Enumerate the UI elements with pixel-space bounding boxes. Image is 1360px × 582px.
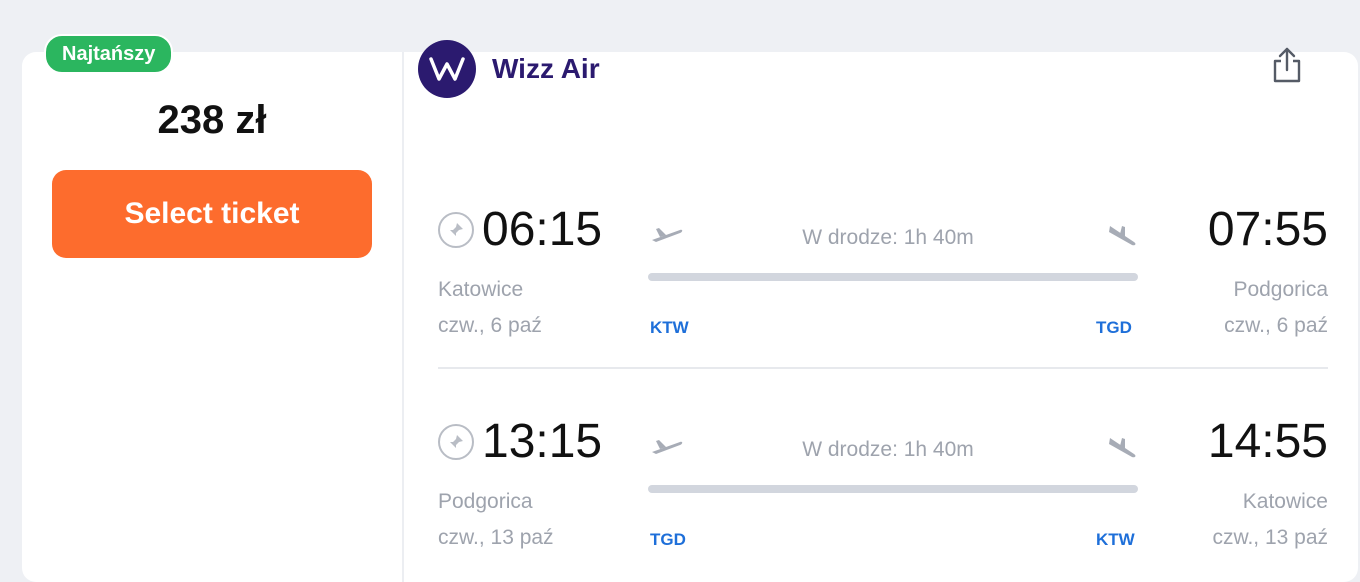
return-leg: 13:15 W drodze: 1h 40m 14:55 Podgorica c… [438,408,1328,568]
outbound-leg: 06:15 W drodze: 1h 40m 07:55 Katowice cz… [438,196,1328,356]
departure-time-text: 06:15 [482,203,603,256]
landing-icon [1106,436,1140,465]
flight-track [648,485,1138,493]
cheapest-badge: Najtańszy [44,34,174,74]
flight-track [648,273,1138,281]
ticket-price: 238 zł [157,98,267,142]
departure-city: Podgorica [438,490,533,513]
arrival-date: czw., 6 paź [1224,314,1328,337]
arrival-airport-code: TGD [1096,318,1132,337]
price-panel: 238 zł Select ticket [22,52,404,582]
departure-airport-code: TGD [650,530,686,549]
takeoff-icon [650,436,684,461]
arrival-city: Katowice [1242,490,1328,513]
pin-icon[interactable] [438,211,474,248]
departure-airport-code: KTW [650,318,689,337]
leg-divider [438,367,1328,369]
flight-duration: W drodze: 1h 40m [802,226,974,249]
departure-city: Katowice [438,278,524,301]
arrival-airport-code: KTW [1096,530,1135,549]
airline-name: Wizz Air [492,53,600,84]
departure-date: czw., 13 paź [438,526,554,549]
landing-icon [1106,224,1140,253]
wizz-air-logo [418,40,476,98]
arrival-time: 07:55 [1207,203,1328,256]
departure-time: 13:15 [438,414,602,469]
arrival-city: Podgorica [1233,278,1328,301]
departure-time-text: 13:15 [482,415,603,468]
flight-duration: W drodze: 1h 40m [802,438,974,461]
share-icon[interactable] [1270,46,1304,84]
departure-date: czw., 6 paź [438,314,542,337]
select-ticket-button[interactable]: Select ticket [52,170,372,258]
arrival-time: 14:55 [1207,415,1328,468]
arrival-date: czw., 13 paź [1212,526,1328,549]
pin-icon[interactable] [438,423,474,460]
departure-time: 06:15 [438,202,602,257]
airline-header: Wizz Air [418,40,600,98]
takeoff-icon [650,224,684,249]
